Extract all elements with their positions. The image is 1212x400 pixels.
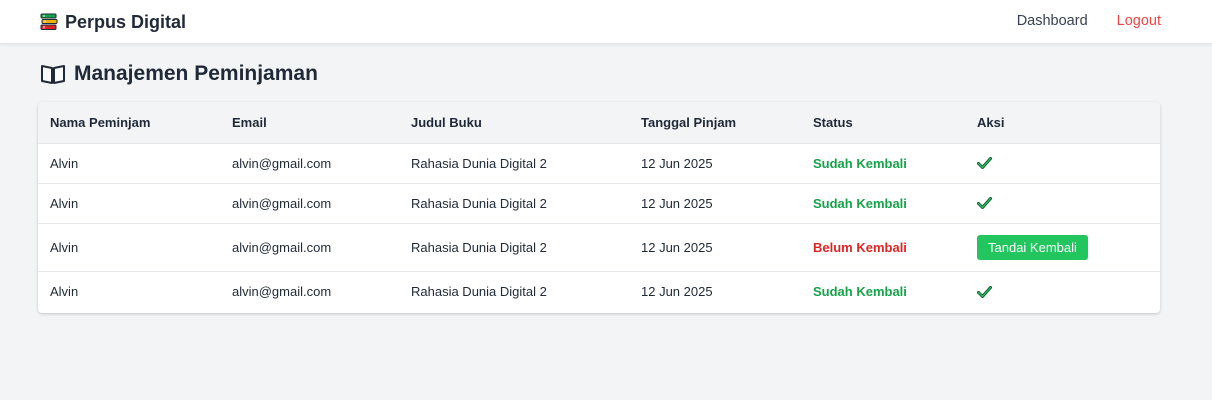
table-header-row: Nama Peminjam Email Judul Buku Tanggal P… (38, 102, 1160, 143)
cell-book: Rahasia Dunia Digital 2 (411, 239, 547, 255)
cell-email: alvin@gmail.com (232, 239, 332, 255)
open-book-icon (40, 63, 66, 85)
cell-date: 12 Jun 2025 (641, 284, 713, 300)
cell-email: alvin@gmail.com (232, 284, 332, 300)
header-nama-peminjam: Nama Peminjam (50, 114, 151, 130)
cell-action: Tandai Kembali (965, 223, 1160, 271)
table-row: Alvin alvin@gmail.com Rahasia Dunia Digi… (38, 143, 1160, 183)
navbar: Perpus Digital Dashboard Logout (0, 0, 1212, 44)
loans-table: Nama Peminjam Email Judul Buku Tanggal P… (38, 102, 1160, 312)
header-aksi: Aksi (977, 114, 1005, 130)
check-icon (977, 285, 1160, 298)
loans-table-card: Nama Peminjam Email Judul Buku Tanggal P… (38, 102, 1160, 313)
cell-name: Alvin (50, 284, 79, 300)
check-icon (977, 157, 1160, 169)
status-badge: Belum Kembali (813, 239, 907, 255)
cell-action (965, 271, 1160, 312)
cell-email: alvin@gmail.com (232, 195, 332, 211)
header-status: Status (813, 114, 853, 130)
check-icon (977, 197, 1160, 209)
nav-dashboard-link[interactable]: Dashboard (1017, 13, 1088, 29)
table-row: Alvin alvin@gmail.com Rahasia Dunia Digi… (38, 271, 1160, 312)
cell-book: Rahasia Dunia Digital 2 (411, 284, 547, 300)
mark-returned-button[interactable]: Tandai Kembali (977, 234, 1088, 260)
cell-name: Alvin (50, 195, 79, 211)
table-row: Alvin alvin@gmail.com Rahasia Dunia Digi… (38, 183, 1160, 223)
nav-logout-link[interactable]: Logout (1117, 13, 1161, 29)
cell-name: Alvin (50, 239, 79, 255)
cell-book: Rahasia Dunia Digital 2 (411, 195, 547, 211)
nav-links: Dashboard Logout (1017, 13, 1161, 29)
page-title-text: Manajemen Peminjaman (74, 62, 318, 85)
status-badge: Sudah Kembali (813, 284, 907, 300)
table-row: Alvin alvin@gmail.com Rahasia Dunia Digi… (38, 223, 1160, 271)
cell-date: 12 Jun 2025 (641, 239, 713, 255)
status-badge: Sudah Kembali (813, 155, 907, 171)
header-tanggal-pinjam: Tanggal Pinjam (641, 114, 737, 130)
cell-date: 12 Jun 2025 (641, 195, 713, 211)
cell-book: Rahasia Dunia Digital 2 (411, 155, 547, 171)
header-judul-buku: Judul Buku (411, 114, 482, 130)
page-title: Manajemen Peminjaman (40, 60, 318, 88)
cell-date: 12 Jun 2025 (641, 155, 713, 171)
cell-name: Alvin (50, 155, 79, 171)
status-badge: Sudah Kembali (813, 195, 907, 211)
books-icon (40, 13, 58, 31)
brand-name: Perpus Digital (65, 11, 187, 32)
brand-link[interactable]: Perpus Digital (40, 11, 186, 33)
header-email: Email (232, 114, 267, 130)
cell-action (965, 183, 1160, 223)
cell-action (965, 143, 1160, 183)
cell-email: alvin@gmail.com (232, 155, 332, 171)
